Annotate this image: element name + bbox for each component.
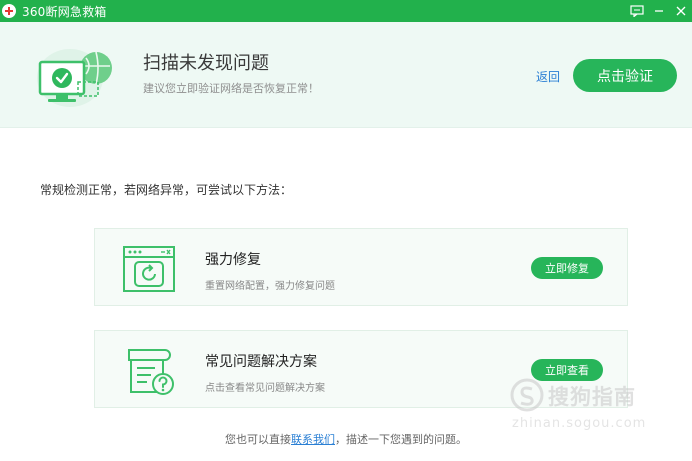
watermark-url: zhinan.sogou.com [512,416,647,431]
watermark: 搜狗指南 zhinan.sogou.com [508,378,678,438]
result-header: 扫描未发现问题 建议您立即验证网络是否恢复正常！ 返回 点击验证 [0,22,692,128]
watermark-text: 搜狗指南 [548,385,636,409]
title-bar: 360断网急救箱 [0,0,692,22]
page-subtitle: 建议您立即验证网络是否恢复正常！ [143,82,319,95]
feedback-icon[interactable] [626,0,648,22]
contact-us-link[interactable]: 联系我们 [291,433,335,446]
card-title: 强力修复 [205,252,261,268]
verify-button[interactable]: 点击验证 [573,59,677,92]
browser-repair-icon [123,246,175,292]
back-link[interactable]: 返回 [536,68,560,85]
close-icon[interactable] [670,0,692,22]
footer-prefix: 您也可以直接 [225,433,291,446]
repair-now-button[interactable]: 立即修复 [531,257,603,279]
page-title: 扫描未发现问题 [143,53,269,74]
card-title: 常见问题解决方案 [205,354,317,370]
repair-card: 强力修复 重置网络配置，强力修复问题 立即修复 [94,228,628,306]
monitor-globe-check-icon [37,49,112,107]
window-title: 360断网急救箱 [22,4,107,19]
window-controls [626,0,692,22]
app-logo-icon [2,4,16,18]
minimize-icon[interactable] [648,0,670,22]
card-description: 重置网络配置，强力修复问题 [205,281,335,292]
footer-suffix: ，描述一下您遇到的问题。 [335,433,467,446]
hint-text: 常规检测正常，若网络异常，可尝试以下方法： [40,183,293,197]
document-question-icon [128,349,174,395]
watermark-logo-icon [510,378,544,412]
card-description: 点击查看常见问题解决方案 [205,383,325,394]
